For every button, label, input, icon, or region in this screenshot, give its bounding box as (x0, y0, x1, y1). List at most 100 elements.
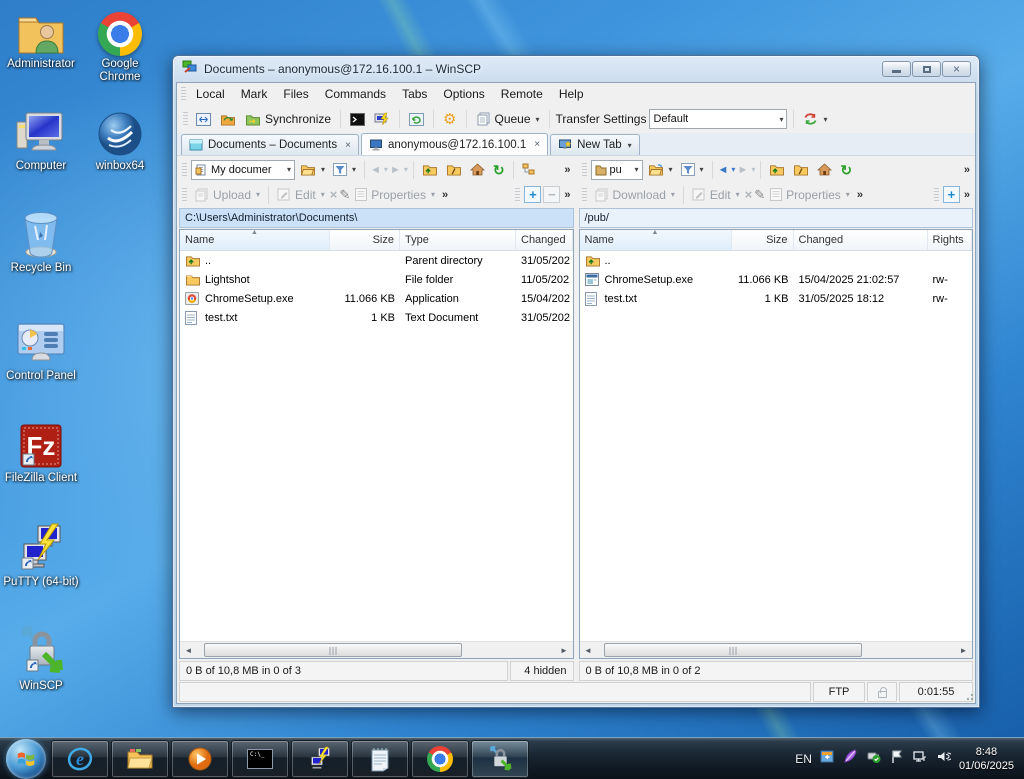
edit-button[interactable]: Edit ▾ (274, 186, 328, 204)
local-tree-button[interactable] (519, 161, 540, 178)
file-row[interactable]: Lightshot File folder 11/05/202 (180, 270, 573, 289)
local-open-directory-button[interactable]: ▾ (297, 161, 328, 178)
maximize-button[interactable] (912, 61, 941, 77)
remote-parent-directory-button[interactable] (766, 161, 788, 178)
close-button[interactable]: × (942, 61, 971, 77)
column-header-changed[interactable]: Changed (516, 230, 573, 250)
properties-button[interactable]: Properties ▾ (767, 186, 853, 204)
local-path-bar[interactable]: C:\Users\Administrator\Documents\ (179, 208, 574, 228)
rename-button[interactable]: ✎ (339, 187, 350, 203)
column-header-rights[interactable]: Rights (928, 230, 973, 250)
remote-open-directory-button[interactable]: ▾ (645, 161, 676, 178)
column-header-name[interactable]: ▲ Name (580, 230, 732, 250)
close-tab-icon[interactable]: × (534, 139, 540, 150)
file-row[interactable]: ChromeSetup.exe 11.066 KB Application 15… (180, 289, 573, 308)
remote-path-bar[interactable]: /pub/ (579, 208, 974, 228)
remote-refresh-button[interactable]: ↻ (837, 162, 855, 178)
toolbar-grip[interactable] (183, 112, 188, 126)
preferences-button[interactable]: ⚙ (440, 111, 459, 128)
open-in-putty-button[interactable] (371, 110, 393, 128)
action-center-flag-icon[interactable] (890, 749, 904, 769)
toolbar-overflow-chevron[interactable]: » (562, 189, 572, 201)
delete-button[interactable]: × (330, 187, 338, 202)
menu-files[interactable]: Files (275, 84, 316, 104)
remote-horizontal-scrollbar[interactable]: ◄ ► (580, 641, 973, 658)
remote-forward-button[interactable]: ► (737, 164, 748, 176)
taskbar-clock[interactable]: 8:48 01/06/2025 (959, 745, 1014, 773)
volume-tray-icon[interactable] (936, 749, 951, 769)
local-drive-combo[interactable]: My documer ▾ (191, 160, 295, 180)
remote-filter-button[interactable]: ▾ (678, 161, 707, 178)
scroll-left-icon[interactable]: ◄ (180, 642, 197, 659)
transfer-resume-button[interactable]: ▾ (800, 110, 830, 128)
taskbar-windows-explorer[interactable] (111, 740, 169, 778)
scrollbar-thumb[interactable] (604, 643, 862, 657)
taskbar-notepad[interactable] (351, 740, 409, 778)
rename-button[interactable]: ✎ (754, 187, 765, 203)
add-bookmark-button[interactable]: + (524, 186, 541, 203)
toolbar-grip[interactable] (182, 163, 187, 177)
file-row[interactable]: ChromeSetup.exe 11.066 KB 15/04/2025 21:… (580, 270, 973, 289)
minimize-button[interactable] (882, 61, 911, 77)
column-header-size[interactable]: Size (732, 230, 794, 250)
file-row[interactable]: test.txt 1 KB Text Document 31/05/202 (180, 308, 573, 327)
usb-safely-remove-icon[interactable] (866, 749, 882, 769)
toolbar-grip[interactable] (181, 87, 186, 101)
remote-root-directory-button[interactable] (790, 161, 812, 178)
taskbar-chrome[interactable] (411, 740, 469, 778)
open-console-button[interactable] (347, 111, 368, 128)
desktop-icon-winbox64[interactable]: winbox64 (81, 108, 159, 173)
remote-back-button[interactable]: ◄ (718, 164, 729, 176)
file-row[interactable]: test.txt 1 KB 31/05/2025 18:12 rw- (580, 289, 973, 308)
edit-button[interactable]: Edit ▾ (689, 186, 743, 204)
toolbar-overflow-chevron[interactable]: » (440, 189, 450, 201)
desktop-icon-filezilla[interactable]: Fz FileZilla Client (2, 420, 80, 485)
menu-local[interactable]: Local (188, 84, 233, 104)
menu-help[interactable]: Help (551, 84, 592, 104)
desktop-icon-putty[interactable]: PuTTY (64-bit) (2, 524, 80, 589)
scrollbar-thumb[interactable] (204, 643, 462, 657)
column-header-changed[interactable]: Changed (794, 230, 928, 250)
menu-options[interactable]: Options (435, 84, 492, 104)
local-root-directory-button[interactable] (443, 161, 465, 178)
upload-button[interactable]: Upload ▾ (191, 186, 263, 204)
column-header-size[interactable]: Size (330, 230, 400, 250)
synchronize-button[interactable]: Synchronize (242, 110, 334, 128)
taskbar-winscp[interactable] (471, 740, 529, 778)
toolbar-grip[interactable] (934, 188, 939, 202)
scroll-left-icon[interactable]: ◄ (580, 642, 597, 659)
file-row[interactable]: .. Parent directory 31/05/202 (180, 251, 573, 270)
toolbar-grip[interactable] (582, 163, 587, 177)
lightshot-tray-icon[interactable] (843, 749, 858, 769)
taskbar-command-prompt[interactable]: C:\_ (231, 740, 289, 778)
desktop-icon-winscp[interactable]: WinSCP (2, 628, 80, 693)
taskbar-putty[interactable] (291, 740, 349, 778)
compare-directories-button[interactable] (193, 111, 214, 128)
menu-commands[interactable]: Commands (317, 84, 394, 104)
file-row[interactable]: .. (580, 251, 973, 270)
column-header-name[interactable]: ▲ Name (180, 230, 330, 250)
remove-bookmark-button[interactable]: − (543, 186, 560, 203)
desktop-icon-recycle-bin[interactable]: Recycle Bin (2, 210, 80, 275)
local-forward-button[interactable]: ► (390, 164, 401, 176)
desktop-icon-google-chrome[interactable]: Google Chrome (81, 6, 159, 84)
column-header-type[interactable]: Type (400, 230, 516, 250)
desktop-icon-control-panel[interactable]: Control Panel (2, 318, 80, 383)
desktop-icon-computer[interactable]: Computer (2, 108, 80, 173)
queue-button[interactable]: Queue ▾ (473, 110, 543, 128)
local-home-button[interactable] (467, 161, 488, 178)
delete-button[interactable]: × (745, 187, 753, 202)
tab-documents[interactable]: Documents – Documents × (181, 134, 359, 155)
new-tab-button[interactable]: New Tab ▾ (550, 134, 640, 155)
local-back-button[interactable]: ◄ (370, 164, 381, 176)
properties-button[interactable]: Properties ▾ (352, 186, 438, 204)
tab-session-anonymous[interactable]: anonymous@172.16.100.1 × (361, 133, 548, 155)
local-parent-directory-button[interactable] (419, 161, 441, 178)
menu-mark[interactable]: Mark (233, 84, 276, 104)
taskbar-media-player[interactable] (171, 740, 229, 778)
synchronize-browsing-button[interactable] (217, 111, 239, 128)
toolbar-overflow-chevron[interactable]: » (962, 189, 972, 201)
scroll-right-icon[interactable]: ► (955, 642, 972, 659)
menu-remote[interactable]: Remote (493, 84, 551, 104)
transfer-settings-combo[interactable]: Default ▾ (649, 109, 787, 129)
